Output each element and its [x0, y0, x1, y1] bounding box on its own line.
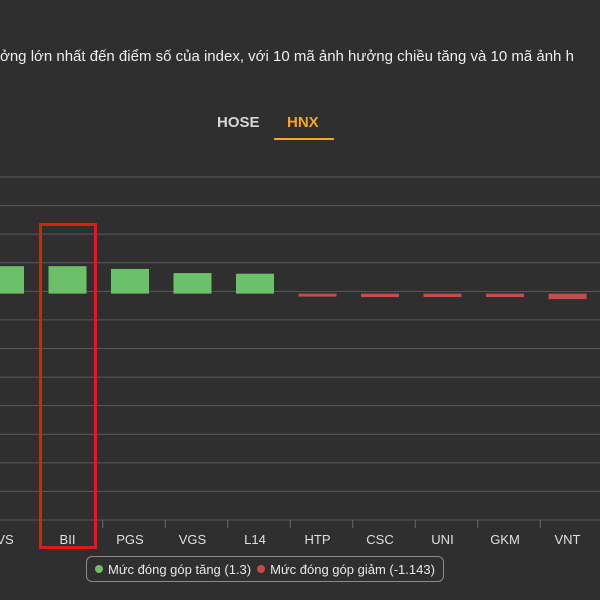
x-tick-label: VS: [0, 532, 14, 547]
x-tick-label: CSC: [366, 532, 393, 547]
legend-negative-label: Mức đóng góp giảm (-1.143): [270, 561, 435, 577]
legend-item-negative[interactable]: Mức đóng góp giảm (-1.143): [257, 562, 435, 577]
bar-vnt[interactable]: [548, 293, 587, 300]
bar-vgs[interactable]: [173, 273, 212, 294]
x-axis-labels: VS BII PGS VGS L14 HTP CSC UNI GKM VNT: [0, 532, 581, 547]
x-tick-label: UNI: [431, 532, 453, 547]
x-tick-label: GKM: [490, 532, 520, 547]
x-tick-label: VGS: [179, 532, 207, 547]
x-tick-label: PGS: [116, 532, 144, 547]
x-tick-label: L14: [244, 532, 266, 547]
bar-vs[interactable]: [0, 266, 24, 294]
bar-uni[interactable]: [423, 293, 462, 298]
positive-dot-icon: [95, 565, 103, 573]
negative-dot-icon: [257, 565, 266, 573]
bar-gkm[interactable]: [486, 293, 524, 298]
x-tick-label: HTP: [305, 532, 331, 547]
bar-csc[interactable]: [361, 293, 399, 298]
bar-pgs[interactable]: [111, 268, 149, 294]
bar-l14[interactable]: [236, 273, 274, 294]
bar-htp[interactable]: [298, 293, 337, 297]
legend-positive-label: Mức đóng góp tăng (1.3): [108, 561, 252, 577]
chart-grid: [0, 176, 600, 528]
legend-item-positive[interactable]: Mức đóng góp tăng (1.3): [95, 562, 251, 577]
contribution-bar-chart: VS BII PGS VGS L14 HTP CSC UNI GKM VNT: [0, 176, 600, 547]
chart-legend: Mức đóng góp tăng (1.3) Mức đóng góp giả…: [86, 556, 444, 582]
chart-bars: [0, 266, 587, 300]
bar-bii[interactable]: [48, 266, 87, 294]
x-tick-label: BII: [60, 532, 76, 547]
x-tick-label: VNT: [555, 532, 581, 547]
